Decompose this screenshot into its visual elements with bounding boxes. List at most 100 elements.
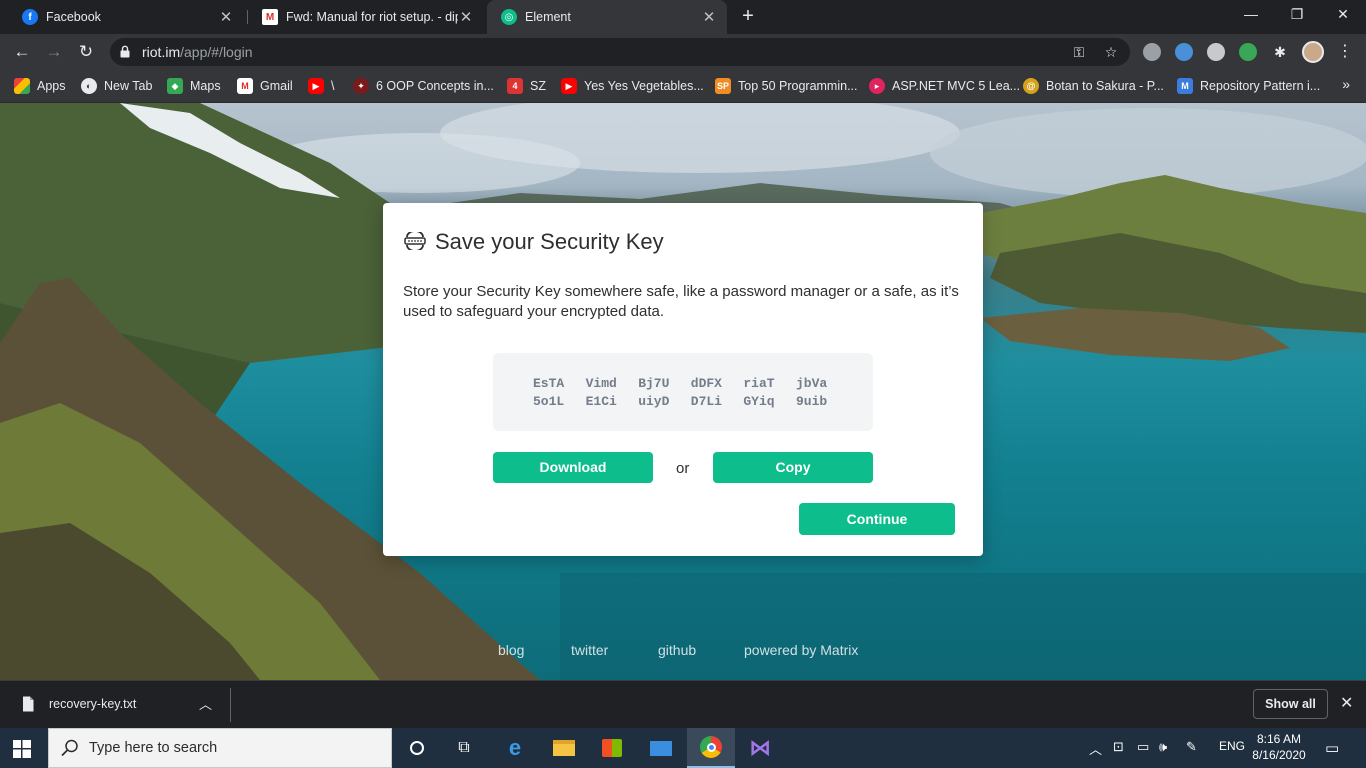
network-icon[interactable]: ⊡ bbox=[1113, 739, 1124, 755]
key-word: Bj7U bbox=[638, 376, 670, 391]
bookmark-label: Botan to Sakura - P... bbox=[1046, 79, 1164, 93]
tab-facebook[interactable]: f Facebook ✕ bbox=[8, 0, 244, 34]
bookmark-label: Top 50 Programmin... bbox=[738, 79, 858, 93]
volume-icon[interactable]: 🕪 bbox=[1159, 739, 1167, 755]
bookmark-botan-to-sakura[interactable]: @ Botan to Sakura - P... bbox=[1023, 77, 1164, 95]
taskbar-mail[interactable] bbox=[637, 728, 685, 768]
close-tab-icon[interactable]: ✕ bbox=[218, 8, 234, 26]
tab-title: Fwd: Manual for riot setup. - dipe bbox=[286, 10, 458, 24]
taskbar-store[interactable] bbox=[588, 728, 636, 768]
url-text[interactable]: riot.im/app/#/login bbox=[142, 44, 253, 60]
bookmark-label: Yes Yes Vegetables... bbox=[584, 79, 704, 93]
footer-powered-by-link[interactable]: powered by Matrix bbox=[744, 642, 858, 658]
battery-icon[interactable]: ▭ bbox=[1137, 739, 1149, 755]
security-key-box: EsTA Vimd Bj7U dDFX riaT jbVa 5o1L E1Ci … bbox=[493, 353, 873, 431]
footer-github-link[interactable]: github bbox=[658, 642, 696, 658]
page-viewport: blog twitter github powered by Matrix Sa… bbox=[0, 103, 1366, 680]
maximize-button[interactable]: ❐ bbox=[1274, 0, 1320, 30]
extension-cloud-icon[interactable] bbox=[1207, 43, 1225, 61]
bookmark-gmail[interactable]: M Gmail bbox=[237, 77, 293, 95]
back-button[interactable]: ← bbox=[10, 40, 34, 64]
pen-icon[interactable]: ✎ bbox=[1186, 739, 1197, 755]
continue-button[interactable]: Continue bbox=[799, 503, 955, 535]
play-icon: ▸ bbox=[869, 78, 885, 94]
bookmark-label: Maps bbox=[190, 79, 221, 93]
bookmark-site-icon: @ bbox=[1023, 78, 1039, 94]
language-indicator[interactable]: ENG bbox=[1219, 739, 1245, 753]
taskbar-file-explorer[interactable] bbox=[540, 728, 588, 768]
bookmark-label: Repository Pattern i... bbox=[1200, 79, 1321, 93]
bookmark-site-icon: M bbox=[1177, 78, 1193, 94]
copy-button[interactable]: Copy bbox=[713, 452, 873, 483]
bookmark-site-icon: ✦ bbox=[353, 78, 369, 94]
windows-start-icon[interactable] bbox=[13, 740, 31, 758]
bookmarks-overflow-button[interactable]: » bbox=[1342, 76, 1350, 92]
key-word: 9uib bbox=[795, 394, 828, 409]
youtube-icon: ▶ bbox=[561, 78, 577, 94]
bookmark-apps[interactable]: Apps bbox=[14, 77, 66, 95]
key-icon[interactable]: ⚿ bbox=[1070, 43, 1088, 61]
close-window-button[interactable]: ✕ bbox=[1320, 0, 1366, 30]
chevron-up-icon[interactable]: ︿ bbox=[199, 694, 212, 713]
reload-button[interactable]: ↻ bbox=[74, 40, 98, 64]
youtube-icon: ▶ bbox=[308, 78, 324, 94]
bookmark-maps[interactable]: ◆ Maps bbox=[167, 77, 221, 95]
taskbar-edge[interactable]: e bbox=[491, 728, 539, 768]
download-button[interactable]: Download bbox=[493, 452, 653, 483]
footer-twitter-link[interactable]: twitter bbox=[571, 642, 608, 658]
address-bar[interactable]: riot.im/app/#/login ⚿ ☆ bbox=[110, 38, 1130, 66]
footer-blog-link[interactable]: blog bbox=[498, 642, 524, 658]
extension-world-icon[interactable] bbox=[1239, 43, 1257, 61]
bookmark-top-50[interactable]: SP Top 50 Programmin... bbox=[715, 77, 858, 95]
taskbar-chrome[interactable] bbox=[687, 728, 735, 768]
clock-time: 8:16 AM bbox=[1256, 732, 1302, 746]
new-tab-button[interactable]: + bbox=[737, 5, 759, 27]
visual-studio-icon: ⋈ bbox=[749, 735, 771, 760]
browser-toolbar: ← → ↻ riot.im/app/#/login ⚿ ☆ ✱ ⋮ bbox=[0, 34, 1366, 70]
key-word: GYiq bbox=[743, 394, 775, 409]
show-all-button[interactable]: Show all bbox=[1253, 689, 1328, 719]
security-key-text: EsTA Vimd Bj7U dDFX riaT jbVa 5o1L E1Ci … bbox=[533, 376, 849, 409]
key-word: dDFX bbox=[690, 376, 722, 391]
close-tab-icon[interactable]: ✕ bbox=[701, 8, 717, 26]
bookmark-youtube[interactable]: ▶ \ bbox=[308, 77, 334, 95]
or-label: or bbox=[676, 460, 690, 477]
bookmark-label: Apps bbox=[37, 79, 66, 93]
tab-strip: f Facebook ✕ M Fwd: Manual for riot setu… bbox=[0, 0, 1366, 34]
profile-avatar[interactable] bbox=[1302, 41, 1324, 63]
forward-button[interactable]: → bbox=[42, 40, 66, 64]
search-placeholder: Type here to search bbox=[89, 740, 218, 756]
bookmark-star-icon[interactable]: ☆ bbox=[1102, 43, 1120, 61]
bookmark-sz[interactable]: 4 SZ bbox=[507, 77, 546, 95]
maps-icon: ◆ bbox=[167, 78, 183, 94]
taskbar-search-box[interactable]: Type here to search bbox=[48, 728, 392, 768]
menu-kebab-icon[interactable]: ⋮ bbox=[1336, 43, 1354, 61]
bookmark-label: \ bbox=[331, 79, 335, 93]
bookmark-repository-pattern[interactable]: M Repository Pattern i... bbox=[1177, 77, 1320, 95]
bookmark-oop-concepts[interactable]: ✦ 6 OOP Concepts in... bbox=[353, 77, 494, 95]
download-item-name[interactable]: recovery-key.txt bbox=[49, 697, 136, 711]
tab-element[interactable]: ◎ Element ✕ bbox=[487, 0, 727, 34]
notifications-icon[interactable]: ▭ bbox=[1325, 739, 1339, 757]
extensions-puzzle-icon[interactable]: ✱ bbox=[1271, 43, 1289, 61]
bookmark-yes-yes-vegetables[interactable]: ▶ Yes Yes Vegetables... bbox=[561, 77, 704, 95]
extension-icon[interactable] bbox=[1143, 43, 1161, 61]
close-tab-icon[interactable]: ✕ bbox=[458, 8, 474, 26]
bookmark-aspnet[interactable]: ▸ ASP.NET MVC 5 Lea... bbox=[869, 77, 1020, 95]
taskbar-visual-studio[interactable]: ⋈ bbox=[736, 728, 784, 768]
task-view-button[interactable]: ⧉ bbox=[440, 728, 488, 768]
key-word: EsTA bbox=[533, 376, 565, 391]
minimize-button[interactable]: — bbox=[1228, 0, 1274, 30]
tab-gmail[interactable]: M Fwd: Manual for riot setup. - dipe ✕ bbox=[248, 0, 484, 34]
shield-icon: 4 bbox=[507, 78, 523, 94]
bookmark-label: 6 OOP Concepts in... bbox=[376, 79, 494, 93]
extension-globe-icon[interactable] bbox=[1175, 43, 1193, 61]
bookmark-new-tab[interactable]: ◐ New Tab bbox=[81, 77, 152, 95]
close-shelf-icon[interactable]: ✕ bbox=[1340, 693, 1353, 713]
cortana-button[interactable] bbox=[393, 728, 441, 768]
gmail-icon: M bbox=[262, 9, 278, 25]
clock-date: 8/16/2020 bbox=[1252, 748, 1306, 762]
system-clock[interactable]: 8:16 AM 8/16/2020 bbox=[1250, 731, 1308, 763]
bookmark-label: New Tab bbox=[104, 79, 153, 93]
show-hidden-icons-chevron-icon[interactable]: ︿ bbox=[1089, 739, 1102, 758]
